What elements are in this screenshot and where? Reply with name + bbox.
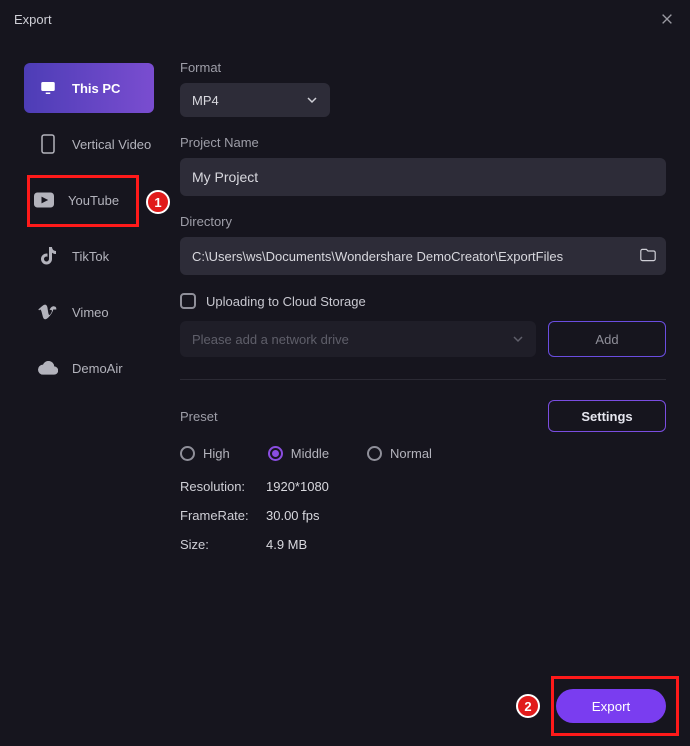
size-value: 4.9 MB — [266, 537, 666, 552]
export-button[interactable]: Export — [556, 689, 666, 723]
radio-label: Normal — [390, 446, 432, 461]
preset-label: Preset — [180, 409, 218, 424]
sidebar-item-demoair[interactable]: DemoAir — [24, 343, 154, 393]
sidebar-item-label: This PC — [72, 81, 120, 96]
cloud-upload-checkbox[interactable] — [180, 293, 196, 309]
sidebar-item-tiktok[interactable]: TikTok — [24, 231, 154, 281]
format-label: Format — [180, 60, 666, 75]
youtube-icon — [34, 192, 54, 208]
settings-button[interactable]: Settings — [548, 400, 666, 432]
radio-icon — [180, 446, 195, 461]
project-name-input[interactable] — [180, 158, 666, 196]
add-drive-label: Add — [595, 332, 618, 347]
phone-icon — [38, 134, 58, 154]
sidebar-item-label: Vimeo — [72, 305, 109, 320]
sidebar-item-label: DemoAir — [72, 361, 123, 376]
framerate-value: 30.00 fps — [266, 508, 666, 523]
cloud-icon — [38, 361, 58, 375]
chevron-down-icon — [306, 94, 318, 106]
radio-icon — [367, 446, 382, 461]
network-drive-select[interactable]: Please add a network drive — [180, 321, 536, 357]
export-form: Format MP4 Project Name Directory C:\Use… — [168, 38, 690, 666]
directory-label: Directory — [180, 214, 666, 229]
preset-radio-normal[interactable]: Normal — [367, 446, 432, 461]
directory-input[interactable]: C:\Users\ws\Documents\Wondershare DemoCr… — [180, 237, 666, 275]
annotation-badge-1: 1 — [146, 190, 170, 214]
sidebar-item-vertical-video[interactable]: Vertical Video — [24, 119, 154, 169]
radio-label: High — [203, 446, 230, 461]
export-label: Export — [592, 699, 631, 714]
monitor-icon — [38, 79, 58, 97]
framerate-label: FrameRate: — [180, 508, 266, 523]
format-dropdown[interactable]: MP4 — [180, 83, 330, 117]
annotation-badge-2: 2 — [516, 694, 540, 718]
sidebar-item-label: Vertical Video — [72, 137, 151, 152]
divider — [180, 379, 666, 380]
close-button[interactable] — [658, 10, 676, 28]
format-value: MP4 — [192, 93, 219, 108]
resolution-value: 1920*1080 — [266, 479, 666, 494]
add-drive-button[interactable]: Add — [548, 321, 666, 357]
resolution-label: Resolution: — [180, 479, 266, 494]
settings-label: Settings — [581, 409, 632, 424]
close-icon — [660, 12, 674, 26]
size-label: Size: — [180, 537, 266, 552]
window-title: Export — [14, 12, 52, 27]
preset-radio-middle[interactable]: Middle — [268, 446, 329, 461]
radio-label: Middle — [291, 446, 329, 461]
vimeo-icon — [38, 303, 58, 321]
sidebar-item-youtube[interactable]: YouTube — [20, 175, 156, 225]
network-drive-placeholder: Please add a network drive — [192, 332, 349, 347]
tiktok-icon — [38, 247, 58, 265]
sidebar-item-label: TikTok — [72, 249, 109, 264]
chevron-down-icon — [512, 333, 524, 345]
sidebar-item-vimeo[interactable]: Vimeo — [24, 287, 154, 337]
sidebar-item-label: YouTube — [68, 193, 119, 208]
preset-radio-high[interactable]: High — [180, 446, 230, 461]
export-sidebar: This PC Vertical Video YouTube TikTok Vi — [0, 38, 168, 666]
folder-icon[interactable] — [640, 248, 656, 265]
project-name-label: Project Name — [180, 135, 666, 150]
directory-path: C:\Users\ws\Documents\Wondershare DemoCr… — [192, 249, 640, 264]
cloud-upload-label: Uploading to Cloud Storage — [206, 294, 366, 309]
sidebar-item-this-pc[interactable]: This PC — [24, 63, 154, 113]
radio-icon — [268, 446, 283, 461]
